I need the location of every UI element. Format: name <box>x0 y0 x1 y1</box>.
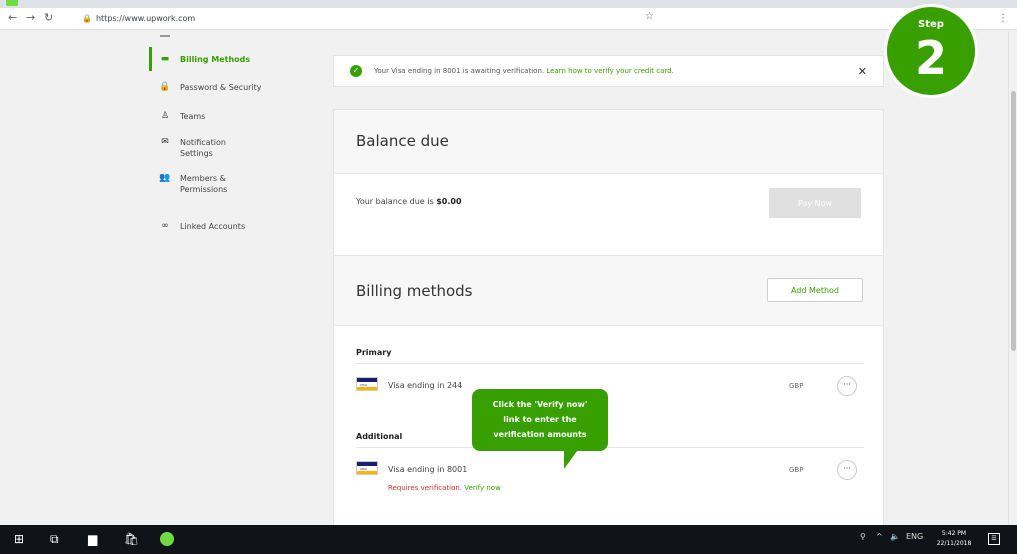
additional-card-text: Visa ending in 8001 <box>388 465 468 474</box>
upwork-tab-favicon[interactable] <box>6 0 18 6</box>
sidebar-item-linked-accounts[interactable]: ∞ Linked Accounts <box>158 221 245 232</box>
tray-chevron-icon[interactable]: ^ <box>876 532 883 541</box>
balance-amount: $0.00 <box>436 197 462 206</box>
additional-label: Additional <box>356 432 403 441</box>
balance-due-card: Balance due Your balance due is $0.00 Pa… <box>333 109 884 264</box>
learn-verify-link[interactable]: Learn how to verify your credit card. <box>546 67 673 75</box>
reload-icon[interactable]: ↻ <box>44 11 53 25</box>
additional-currency: GBP <box>789 466 804 474</box>
tooltip-line-2: link to enter the <box>503 415 577 424</box>
balance-prefix: Your balance due is <box>356 197 434 206</box>
sidebar-item-label: Notification Settings <box>180 138 226 158</box>
add-method-button[interactable]: Add Method <box>767 278 863 302</box>
forward-arrow-icon[interactable]: → <box>26 11 35 25</box>
address-bar[interactable]: 🔒 https://www.upwork.com <box>82 11 672 27</box>
check-circle-icon: ✓ <box>350 65 362 77</box>
verify-now-link[interactable]: Verify now <box>464 484 501 492</box>
balance-due-text: Your balance due is $0.00 <box>356 197 462 206</box>
sidebar-item-label: Linked Accounts <box>180 222 246 231</box>
scrollbar-thumb[interactable] <box>1011 91 1016 351</box>
browser-tabstrip <box>0 0 1017 8</box>
step-badge: Step 2 <box>884 4 978 98</box>
balance-card-header: Balance due <box>334 110 883 174</box>
sidebar-item-label: Password & Security <box>180 83 262 92</box>
balance-title: Balance due <box>356 132 449 150</box>
step-label: Step <box>918 19 944 30</box>
volume-icon[interactable]: 🔈 <box>890 532 900 541</box>
back-arrow-icon[interactable]: ← <box>8 11 17 25</box>
people-icon[interactable]: ⚲ <box>860 532 866 541</box>
sidebar-item-members-permissions[interactable]: 👥 Members & Permissions <box>158 173 278 195</box>
members-icon: 👥 <box>159 173 171 183</box>
sidebar-item-notification-settings[interactable]: ✉ Notification Settings <box>158 137 278 159</box>
system-clock[interactable]: 5:42 PM 22/11/2018 <box>934 529 974 549</box>
requires-text: Requires verification. <box>388 484 463 492</box>
additional-more-button[interactable]: ··· <box>837 460 857 480</box>
pay-now-button[interactable]: Pay Now <box>769 188 861 218</box>
lock-icon: 🔒 <box>159 82 171 92</box>
tooltip-line-1: Click the 'Verify now' <box>492 400 588 409</box>
sidebar-divider <box>160 35 170 37</box>
browser-menu-icon[interactable]: ⋮ <box>998 13 1008 24</box>
visa-card-icon: VISA <box>356 377 378 391</box>
windows-taskbar: ⊞ ⧉ ▆ 🛍 ⚲ ^ 🔈 ENG 5:42 PM 22/11/2018 ☰ <box>0 525 1017 554</box>
visa-card-icon: VISA <box>356 461 378 475</box>
task-view-icon[interactable]: ⧉ <box>50 533 59 546</box>
additional-divider <box>356 447 864 448</box>
sidebar-active-indicator <box>149 47 152 71</box>
sidebar-item-billing-methods[interactable]: ▬ Billing Methods <box>158 54 250 65</box>
primary-label: Primary <box>356 348 392 357</box>
primary-currency: GBP <box>789 382 804 390</box>
sidebar-item-label: Billing Methods <box>180 55 251 64</box>
primary-card-text: Visa ending in 244 <box>388 381 463 390</box>
alert-text: Your Visa ending in 8001 is awaiting ver… <box>374 67 545 75</box>
primary-divider <box>356 363 864 364</box>
browser-toolbar: ← → ↻ 🔒 https://www.upwork.com ☆ ⋮ <box>0 8 1017 30</box>
sidebar-item-teams[interactable]: ♙ Teams <box>158 111 205 122</box>
notification-icon[interactable]: ☰ <box>988 533 1000 545</box>
clock-time: 5:42 PM <box>941 530 967 537</box>
file-explorer-icon[interactable]: ▆ <box>88 533 97 546</box>
page-scrollbar[interactable] <box>1008 31 1017 525</box>
address-url: https://www.upwork.com <box>95 14 196 23</box>
requires-verification: Requires verification. Verify now <box>388 484 501 492</box>
billing-methods-card: Billing methods Add Method Primary VISA … <box>333 255 884 525</box>
close-icon[interactable]: ✕ <box>858 65 867 78</box>
verification-alert: ✓ Your Visa ending in 8001 is awaiting v… <box>333 55 884 87</box>
teams-icon: ♙ <box>160 111 170 121</box>
tooltip-line-3: verification amounts <box>493 430 587 439</box>
link-icon: ∞ <box>161 221 169 231</box>
store-icon[interactable]: 🛍 <box>124 533 139 546</box>
windows-start-icon[interactable]: ⊞ <box>14 533 24 546</box>
clock-date: 22/11/2018 <box>936 540 972 547</box>
sidebar-item-label: Members & Permissions <box>180 174 228 194</box>
lock-icon: 🔒 <box>82 14 92 23</box>
upwork-app-icon[interactable] <box>160 532 174 546</box>
verify-tooltip: Click the 'Verify now' link to enter the… <box>472 389 608 451</box>
bookmark-star-icon[interactable]: ☆ <box>645 11 654 22</box>
sidebar-item-password-security[interactable]: 🔒 Password & Security <box>158 82 262 93</box>
step-number: 2 <box>914 31 947 85</box>
envelope-icon: ✉ <box>161 137 169 147</box>
alert-message: Your Visa ending in 8001 is awaiting ver… <box>374 67 674 75</box>
billing-title: Billing methods <box>356 282 473 300</box>
billing-card-header: Billing methods Add Method <box>334 256 883 326</box>
language-indicator[interactable]: ENG <box>906 532 923 541</box>
card-icon: ▬ <box>160 54 170 64</box>
primary-more-button[interactable]: ··· <box>837 376 857 396</box>
sidebar-item-label: Teams <box>180 112 206 121</box>
